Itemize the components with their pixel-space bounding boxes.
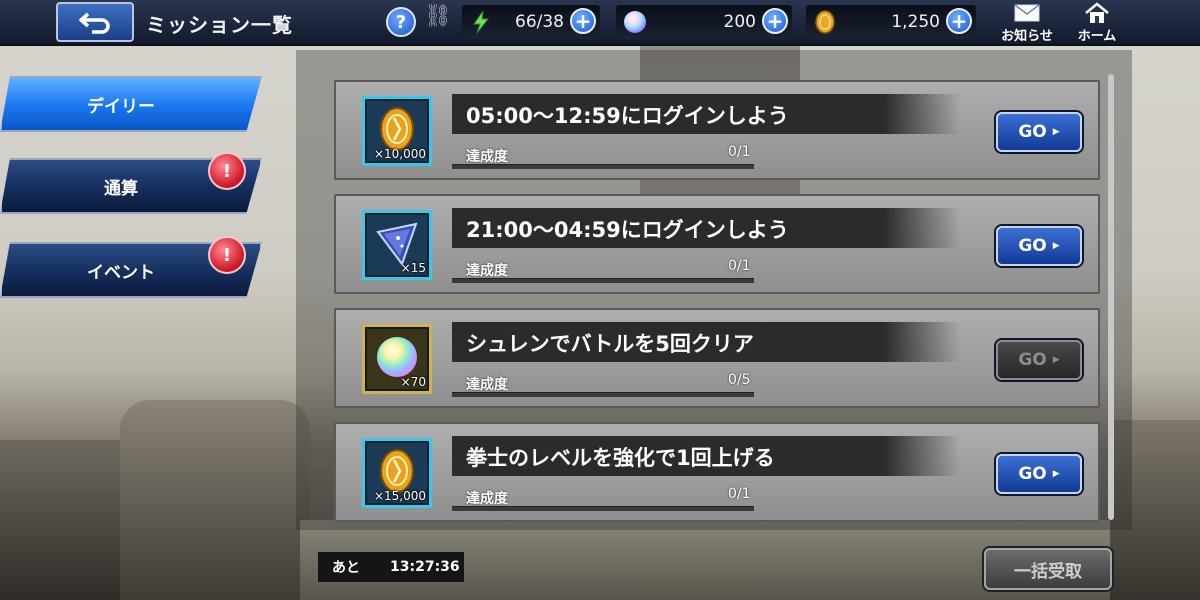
reset-timer: あと 13:27:36	[318, 552, 464, 582]
chain-decoration-icon: ⛓	[424, 4, 452, 29]
stamina-value: 66/38	[515, 12, 564, 32]
go-button-disabled[interactable]: GO ▶	[996, 340, 1082, 380]
lightning-icon	[473, 10, 490, 34]
mission-description: 拳士のレベルを強化で1回上げる	[466, 446, 775, 470]
progress-label: 達成度	[466, 377, 508, 393]
timer-value: 13:27:36	[390, 559, 460, 575]
notices-label: お知らせ	[1001, 29, 1053, 44]
reward-slot: ×10,000	[362, 96, 432, 166]
home-button[interactable]: ホーム	[1066, 2, 1128, 44]
home-icon	[1085, 2, 1109, 23]
reward-quantity: ×15	[400, 261, 426, 275]
mission-description: 05:00～12:59にログインしよう	[466, 104, 789, 128]
tab-daily[interactable]: デイリー	[0, 76, 262, 132]
progress-value: 0/1	[728, 258, 751, 274]
notices-button[interactable]: お知らせ	[996, 2, 1058, 44]
add-stamina-button[interactable]: +	[570, 8, 596, 34]
background-ruin	[120, 400, 310, 600]
progress-value: 0/5	[728, 372, 751, 388]
progress-label: 達成度	[466, 263, 508, 279]
progress-bar	[452, 392, 754, 397]
mission-item: ×10,000 05:00～12:59にログインしよう 達成度 0/1 GO ▶	[334, 80, 1100, 180]
go-button-label: GO	[1018, 350, 1047, 370]
background-ruin	[0, 440, 140, 600]
reward-slot: ×70	[362, 324, 432, 394]
progress-bar	[452, 164, 754, 169]
reward-quantity: ×10,000	[373, 147, 426, 161]
reward-slot: ×15	[362, 210, 432, 280]
page-title: ミッション一覧	[146, 13, 293, 37]
arrow-right-icon: ▶	[1052, 127, 1060, 137]
go-button[interactable]: GO ▶	[996, 112, 1082, 152]
reward-quantity: ×70	[400, 375, 426, 389]
home-label: ホーム	[1077, 29, 1117, 44]
claim-all-button[interactable]: 一括受取	[984, 548, 1112, 590]
mission-item: ×15 21:00～04:59にログインしよう 達成度 0/1 GO ▶	[334, 194, 1100, 294]
alert-badge: !	[208, 236, 246, 274]
mail-icon	[1014, 4, 1040, 22]
go-button[interactable]: GO ▶	[996, 454, 1082, 494]
tab-event-label: イベント	[87, 262, 155, 283]
progress-value: 0/1	[728, 486, 751, 502]
reward-slot: ×15,000	[362, 438, 432, 508]
timer-label: あと	[332, 560, 360, 576]
mission-list-scrollbar[interactable]	[1108, 74, 1114, 520]
progress-label: 達成度	[466, 149, 508, 165]
gil-counter: 1,250 +	[806, 5, 976, 39]
reward-quantity: ×15,000	[373, 489, 426, 503]
progress-label: 達成度	[466, 491, 508, 507]
back-arrow-icon	[79, 12, 110, 34]
arrow-right-icon: ▶	[1052, 469, 1060, 479]
mission-list: ×10,000 05:00～12:59にログインしよう 達成度 0/1 GO ▶…	[296, 50, 1132, 530]
mission-item: ×15,000 拳士のレベルを強化で1回上げる 達成度 0/1 GO ▶	[334, 422, 1100, 522]
top-bar: ミッション一覧 ? ⛓ 66/38 + 200 + 1,250 + お知らせ ホ…	[0, 0, 1200, 46]
gem-counter: 200 +	[616, 5, 792, 39]
go-button-label: GO	[1018, 236, 1047, 256]
gil-coin-icon	[815, 10, 835, 34]
gil-value: 1,250	[891, 12, 940, 32]
go-button-label: GO	[1018, 122, 1047, 142]
mission-description: 21:00～04:59にログインしよう	[466, 218, 789, 242]
progress-value: 0/1	[728, 144, 751, 160]
help-button[interactable]: ?	[386, 7, 416, 37]
progress-bar	[452, 278, 754, 283]
mission-item: ×70 シュレンでバトルを5回クリア 達成度 0/5 GO ▶	[334, 308, 1100, 408]
add-gem-button[interactable]: +	[762, 8, 788, 34]
progress-bar	[452, 506, 754, 511]
mission-description: シュレンでバトルを5回クリア	[466, 332, 754, 356]
arrow-right-icon: ▶	[1052, 355, 1060, 365]
tab-cumulative-label: 通算	[104, 178, 138, 199]
gem-value: 200	[723, 12, 756, 32]
stamina-counter: 66/38 +	[462, 5, 600, 39]
go-button[interactable]: GO ▶	[996, 226, 1082, 266]
back-button[interactable]	[56, 2, 134, 42]
tab-daily-label: デイリー	[87, 96, 155, 117]
alert-badge: !	[208, 152, 246, 190]
gem-orb-icon	[624, 11, 646, 33]
add-gil-button[interactable]: +	[946, 8, 972, 34]
go-button-label: GO	[1018, 464, 1047, 484]
arrow-right-icon: ▶	[1052, 241, 1060, 251]
